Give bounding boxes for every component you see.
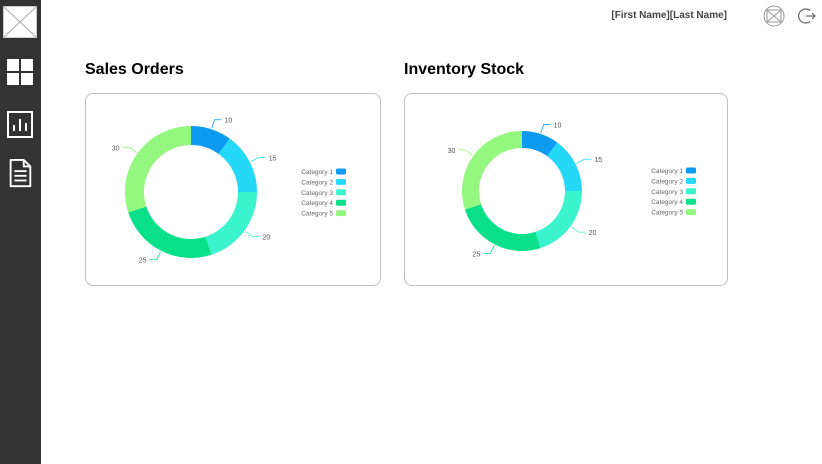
slice-label-line-1	[211, 119, 222, 129]
slice-3[interactable]	[205, 192, 257, 255]
slice-value-label-5: 30	[448, 148, 456, 155]
legend-label-5: Category 5	[651, 210, 683, 217]
slice-5[interactable]	[124, 126, 191, 213]
sales-orders-card: 10 15 20 25 30 Category 1 Category 2 Category 3…	[85, 93, 381, 286]
inventory-stock-title: Inventory Stock	[404, 61, 525, 78]
slice-label-line-5	[122, 146, 138, 153]
app-root: [First Name][Last Name] Sales Orders Inv…	[0, 0, 822, 464]
slice-value-label-2: 15	[269, 155, 277, 162]
slice-value-label-4: 25	[139, 258, 147, 265]
user-name[interactable]: [First Name][Last Name]	[611, 10, 727, 21]
slice-value-label-2: 15	[594, 157, 602, 164]
slice-value-label-1: 10	[224, 118, 232, 125]
legend-swatch-1[interactable]	[336, 168, 346, 175]
dashboard-icon[interactable]	[5, 57, 35, 87]
legend-label-4: Category 4	[301, 200, 333, 207]
logo-placeholder-icon[interactable]	[3, 6, 37, 38]
legend-label-4: Category 4	[651, 199, 683, 206]
slice-label-line-4	[149, 251, 161, 261]
bar-chart-icon[interactable]	[5, 110, 35, 140]
legend-swatch-3[interactable]	[686, 188, 696, 195]
legend-label-1: Category 1	[301, 169, 333, 176]
slice-2[interactable]	[547, 142, 582, 191]
sales-orders-donut-chart: 10 15 20 25 30 Category 1 Category 2 Category 3…	[112, 118, 346, 265]
legend-swatch-5[interactable]	[336, 210, 346, 217]
legend-swatch-5[interactable]	[686, 209, 696, 216]
slice-3[interactable]	[535, 191, 582, 249]
slice-4[interactable]	[464, 204, 541, 251]
legend-swatch-2[interactable]	[686, 177, 696, 184]
sidebar	[0, 0, 41, 464]
document-icon[interactable]	[5, 158, 35, 188]
inventory-stock-donut-chart: 10 15 20 25 30 Category 1 Category 2 Category 3…	[448, 122, 696, 258]
legend-swatch-2[interactable]	[336, 178, 346, 185]
legend-label-3: Category 3	[651, 189, 683, 196]
slice-label-line-2	[250, 157, 266, 162]
legend-swatch-3[interactable]	[336, 189, 346, 196]
slice-label-line-4	[483, 245, 495, 254]
slice-2[interactable]	[218, 138, 257, 192]
legend-swatch-4[interactable]	[336, 199, 346, 206]
slice-5[interactable]	[462, 131, 522, 210]
legend-label-2: Category 2	[651, 178, 683, 185]
legend-swatch-1[interactable]	[686, 167, 696, 174]
slice-label-line-2	[576, 158, 592, 164]
slice-value-label-3: 20	[589, 230, 597, 237]
legend-label-2: Category 2	[301, 179, 333, 186]
slice-value-label-3: 20	[262, 235, 270, 242]
legend-label-1: Category 1	[651, 168, 683, 175]
slice-label-line-5	[458, 149, 473, 156]
logout-icon[interactable]	[798, 6, 816, 26]
slice-label-line-3	[244, 231, 260, 238]
slice-label-line-1	[540, 124, 551, 134]
inventory-stock-card: 10 15 20 25 30 Category 1 Category 2 Category 3…	[404, 93, 728, 286]
legend-swatch-4[interactable]	[686, 198, 696, 205]
slice-value-label-1: 10	[554, 122, 562, 129]
legend-label-3: Category 3	[301, 190, 333, 197]
slice-value-label-5: 30	[112, 145, 120, 152]
sales-orders-title: Sales Orders	[85, 61, 184, 78]
legend-label-5: Category 5	[301, 211, 333, 218]
slice-value-label-4: 25	[472, 251, 480, 258]
avatar-placeholder-icon[interactable]	[762, 5, 786, 27]
slice-4[interactable]	[128, 206, 212, 258]
slice-label-line-3	[571, 226, 586, 233]
